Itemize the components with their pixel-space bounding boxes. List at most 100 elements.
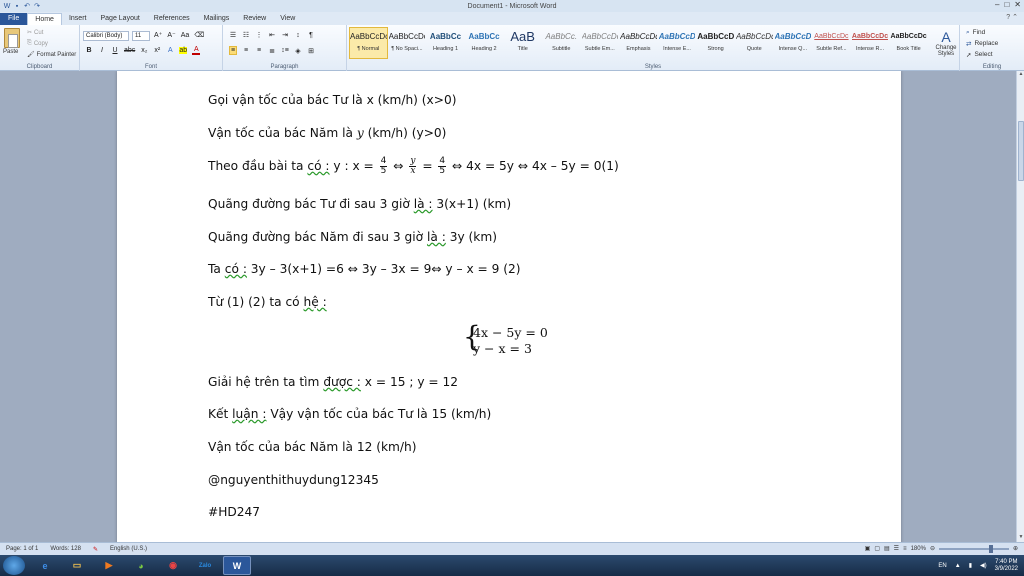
underline-icon[interactable]: U: [111, 47, 119, 54]
scroll-up-icon[interactable]: ▲: [1017, 71, 1024, 79]
bold-icon[interactable]: B: [85, 47, 93, 54]
show-marks-icon[interactable]: ¶: [307, 32, 315, 39]
internet-explorer-icon[interactable]: e: [31, 556, 59, 575]
change-styles-button[interactable]: A Change Styles: [933, 29, 959, 57]
select-button[interactable]: ➚ Select: [966, 49, 1024, 60]
replace-button[interactable]: ⇄ Replace: [966, 38, 1024, 49]
help-icon[interactable]: ? ⌃: [1006, 13, 1018, 21]
increase-indent-icon[interactable]: ⇥: [281, 31, 289, 39]
style-item[interactable]: AaBbCcDc Emphasis: [619, 27, 658, 59]
text-effects-icon[interactable]: A: [166, 47, 174, 54]
clock[interactable]: 7:40 PM 3/9/2022: [995, 559, 1018, 573]
grow-font-icon[interactable]: A⁺: [154, 31, 162, 39]
page-count[interactable]: Page: 1 of 1: [0, 546, 44, 552]
document-page[interactable]: Gọi vận tốc của bác Tư là x (km/h) (x>0)…: [117, 71, 901, 542]
font-color-icon[interactable]: A: [192, 46, 201, 55]
align-right-icon[interactable]: ≡: [255, 47, 263, 54]
zoom-level[interactable]: 180%: [911, 546, 926, 552]
tab-home[interactable]: Home: [27, 13, 62, 25]
zoom-slider[interactable]: [938, 544, 1009, 553]
tab-review[interactable]: Review: [236, 13, 273, 25]
style-item[interactable]: AaBbCcDc Book Title: [889, 27, 928, 59]
tab-references[interactable]: References: [147, 13, 197, 25]
show-hidden-icon[interactable]: ▲: [955, 563, 961, 569]
zalo-icon[interactable]: Zalo: [191, 556, 219, 575]
clock-time: 7:40 PM: [995, 558, 1018, 565]
language-indicator[interactable]: English (U.S.): [104, 546, 153, 552]
start-button[interactable]: [3, 556, 25, 575]
style-item[interactable]: AaBbCcDc Intense Q...: [774, 27, 813, 59]
cut-button[interactable]: ✂ Cut: [27, 27, 76, 38]
bullets-icon[interactable]: ☰: [229, 31, 237, 39]
full-screen-icon[interactable]: ▢: [874, 545, 880, 552]
numbering-icon[interactable]: ☷: [242, 31, 250, 39]
tab-file[interactable]: File: [0, 13, 28, 25]
style-item[interactable]: AaBbCcDc Subtle Ref...: [812, 27, 851, 59]
borders-icon[interactable]: ⊞: [307, 47, 315, 55]
font-size-combo[interactable]: 11: [132, 31, 150, 41]
shading-icon[interactable]: ◈: [294, 47, 302, 55]
style-item[interactable]: AaBbCcDc Quote: [735, 27, 774, 59]
doc-line-9-ket: Kết: [208, 407, 233, 421]
restore-button[interactable]: □: [1004, 0, 1009, 9]
word-count[interactable]: Words: 128: [44, 546, 87, 552]
coccoc-browser-icon[interactable]: ◕: [127, 556, 155, 575]
decrease-indent-icon[interactable]: ⇤: [268, 31, 276, 39]
volume-icon[interactable]: ◀): [980, 562, 987, 569]
media-player-icon[interactable]: ▶: [95, 556, 123, 575]
zoom-out-icon[interactable]: ⊖: [930, 545, 935, 552]
sort-icon[interactable]: ↕: [294, 32, 302, 39]
tab-view[interactable]: View: [273, 13, 302, 25]
minimize-button[interactable]: –: [995, 0, 999, 9]
paste-icon[interactable]: [4, 28, 20, 48]
style-item[interactable]: AaBbCc Heading 1: [426, 27, 465, 59]
style-item[interactable]: AaBbCcDc Subtle Em...: [581, 27, 620, 59]
fraction-y-x: yx: [409, 157, 417, 176]
style-item[interactable]: AaBbCcDc ¶ No Spaci...: [388, 27, 427, 59]
clear-format-icon[interactable]: ⌫: [194, 31, 204, 39]
format-painter-button[interactable]: 🖌 Format Painter: [27, 49, 76, 60]
align-left-icon[interactable]: ≡: [229, 46, 237, 55]
style-item[interactable]: AaBbCcDc Intense R...: [851, 27, 890, 59]
style-item[interactable]: AaBbCcDc ¶ Normal: [349, 27, 388, 59]
strikethrough-icon[interactable]: abc: [124, 47, 135, 54]
style-item[interactable]: AaBbCc Heading 2: [465, 27, 504, 59]
close-button[interactable]: ✕: [1014, 0, 1021, 9]
word-taskbar-icon[interactable]: W: [223, 556, 251, 575]
proofing-icon[interactable]: ✎: [87, 546, 104, 553]
superscript-icon[interactable]: x²: [153, 47, 161, 54]
doc-line-4-la: là :: [413, 197, 433, 211]
justify-icon[interactable]: ≣: [268, 47, 276, 55]
style-item[interactable]: AaBbCcDc Intense E...: [658, 27, 697, 59]
network-icon[interactable]: ▮: [969, 562, 972, 569]
vertical-scrollbar[interactable]: ▲ ▼: [1016, 71, 1024, 542]
font-name-combo[interactable]: Calibri (Body): [83, 31, 129, 41]
style-item[interactable]: AaBbCcDc Strong: [696, 27, 735, 59]
highlight-icon[interactable]: ab: [179, 47, 188, 54]
draft-icon[interactable]: ≡: [903, 546, 907, 552]
tab-insert[interactable]: Insert: [62, 13, 94, 25]
style-item[interactable]: AaB Title: [503, 27, 542, 59]
change-case-icon[interactable]: Aa: [181, 32, 190, 39]
scroll-down-icon[interactable]: ▼: [1017, 534, 1024, 542]
print-layout-icon[interactable]: ▣: [865, 545, 871, 552]
file-explorer-icon[interactable]: ▭: [63, 556, 91, 575]
shrink-font-icon[interactable]: A⁻: [167, 31, 175, 39]
align-center-icon[interactable]: ≡: [242, 47, 250, 54]
chrome-icon[interactable]: ◉: [159, 556, 187, 575]
line-spacing-icon[interactable]: ↕≡: [281, 47, 289, 54]
subscript-icon[interactable]: x₂: [140, 47, 148, 54]
style-item[interactable]: AaBbCc. Subtitle: [542, 27, 581, 59]
scrollbar-thumb[interactable]: [1018, 121, 1024, 181]
multilevel-list-icon[interactable]: ⋮: [255, 31, 263, 39]
italic-icon[interactable]: I: [98, 47, 106, 54]
copy-button[interactable]: ⎘ Copy: [27, 38, 76, 49]
tab-mailings[interactable]: Mailings: [197, 13, 237, 25]
language-tray[interactable]: EN: [938, 563, 946, 569]
paste-button[interactable]: Paste: [3, 49, 18, 55]
zoom-in-icon[interactable]: ⊕: [1013, 545, 1018, 552]
tab-page-layout[interactable]: Page Layout: [93, 13, 146, 25]
find-button[interactable]: ⌕ Find: [966, 27, 1024, 38]
outline-icon[interactable]: ☰: [894, 545, 899, 552]
web-layout-icon[interactable]: ▤: [884, 545, 890, 552]
